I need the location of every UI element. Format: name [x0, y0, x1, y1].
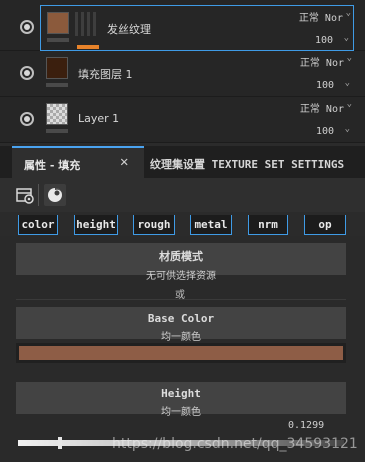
properties-toolbar: [0, 178, 365, 212]
slider-handle[interactable]: [58, 437, 63, 449]
visibility-eye-icon[interactable]: [20, 112, 34, 126]
layer-thumbnail: [47, 12, 69, 34]
chevron-down-icon: ⌄: [345, 8, 351, 18]
channel-op-button[interactable]: op: [304, 215, 346, 235]
layer-body[interactable]: Layer 1 正常 Nor ⌄ 100 ⌄: [40, 97, 354, 143]
chevron-down-icon[interactable]: ⌄: [344, 33, 349, 43]
material-mode-subtitle: 无可供选择资源: [146, 271, 216, 282]
layer-name[interactable]: Layer 1: [78, 112, 119, 125]
channel-buttons: color height rough metal nrm op: [0, 212, 365, 236]
layer-row[interactable]: 发丝纹理 正常 Nor ⌄ 100 ⌄: [0, 5, 365, 51]
channel-metal-button[interactable]: metal: [190, 215, 232, 235]
blend-mode-dropdown[interactable]: 正常 Nor ⌄: [298, 8, 351, 24]
height-value[interactable]: 0.1299: [288, 420, 324, 431]
fill-settings-icon[interactable]: [14, 184, 36, 206]
layer-name[interactable]: 发丝纹理: [107, 21, 151, 37]
tab-properties-fill[interactable]: 属性 - 填充 ✕: [12, 146, 144, 178]
base-color-swatch[interactable]: [16, 343, 346, 363]
tab-label: 属性 - 填充: [24, 159, 81, 172]
mask-thumbnail: [75, 12, 99, 36]
chevron-down-icon: ⌄: [346, 99, 352, 109]
height-button[interactable]: Height 均一颜色: [16, 382, 346, 418]
layer-row[interactable]: Layer 1 正常 Nor ⌄ 100 ⌄: [0, 97, 365, 143]
chevron-down-icon[interactable]: ⌄: [345, 78, 350, 88]
channel-rough-button[interactable]: rough: [133, 215, 175, 235]
watermark-text: https://blog.csdn.net/qq_34593121: [112, 436, 358, 452]
material-mode-title: 材质模式: [159, 250, 203, 263]
blend-mode-dropdown[interactable]: 正常 Nor ⌄: [299, 53, 352, 69]
thumbnail-mask-bar: [46, 83, 68, 87]
layer-thumbnail: [46, 57, 68, 79]
toolbar-divider: [38, 184, 39, 206]
base-color-title: Base Color: [147, 312, 215, 325]
opacity-value[interactable]: 100: [316, 80, 334, 91]
layer-name[interactable]: 填充图层 1: [78, 66, 133, 82]
channel-height-button[interactable]: height: [74, 215, 118, 235]
selection-indicator: [77, 45, 99, 49]
channel-color-button[interactable]: color: [18, 215, 58, 235]
layer-thumbnail: [46, 103, 68, 125]
close-icon[interactable]: ✕: [120, 154, 128, 170]
blend-mode-dropdown[interactable]: 正常 Nor ⌄: [299, 99, 352, 115]
visibility-eye-icon[interactable]: [20, 66, 34, 80]
fill-properties: 材质模式 无可供选择资源 或 Base Color 均一颜色 Height 均一…: [0, 236, 365, 462]
chevron-down-icon[interactable]: ⌄: [345, 124, 350, 134]
base-color-mode: 均一颜色: [161, 332, 201, 343]
blend-mode-label: 正常 Nor: [299, 58, 344, 69]
thumbnail-mask-bar: [47, 38, 69, 42]
chevron-down-icon: ⌄: [346, 53, 352, 63]
height-title: Height: [161, 387, 201, 400]
opacity-value[interactable]: 100: [316, 126, 334, 137]
height-mode: 均一颜色: [161, 407, 201, 418]
layers-panel: 发丝纹理 正常 Nor ⌄ 100 ⌄ 填充图层 1 正常 Nor ⌄ 100 ⌄ …: [0, 0, 365, 143]
base-color-swatch-fill: [19, 346, 343, 360]
thumbnail-mask-bar: [46, 129, 68, 133]
material-mode-button[interactable]: 材质模式 无可供选择资源: [16, 243, 346, 282]
layer-body[interactable]: 发丝纹理 正常 Nor ⌄ 100 ⌄: [40, 5, 354, 51]
layer-row[interactable]: 填充图层 1 正常 Nor ⌄ 100 ⌄: [0, 51, 365, 97]
layer-body[interactable]: 填充图层 1 正常 Nor ⌄ 100 ⌄: [40, 51, 354, 97]
blend-mode-label: 正常 Nor: [299, 104, 344, 115]
channel-nrm-button[interactable]: nrm: [248, 215, 288, 235]
blend-mode-label: 正常 Nor: [298, 13, 343, 24]
divider: [16, 299, 346, 300]
opacity-value[interactable]: 100: [315, 35, 333, 46]
visibility-eye-icon[interactable]: [20, 20, 34, 34]
panel-tab-bar: 属性 - 填充 ✕ 纹理集设置 TEXTURE SET SETTINGS: [0, 146, 365, 178]
base-color-button[interactable]: Base Color 均一颜色: [16, 307, 346, 343]
tab-texture-set-settings[interactable]: 纹理集设置 TEXTURE SET SETTINGS: [150, 146, 344, 178]
material-sphere-icon[interactable]: [44, 184, 66, 206]
